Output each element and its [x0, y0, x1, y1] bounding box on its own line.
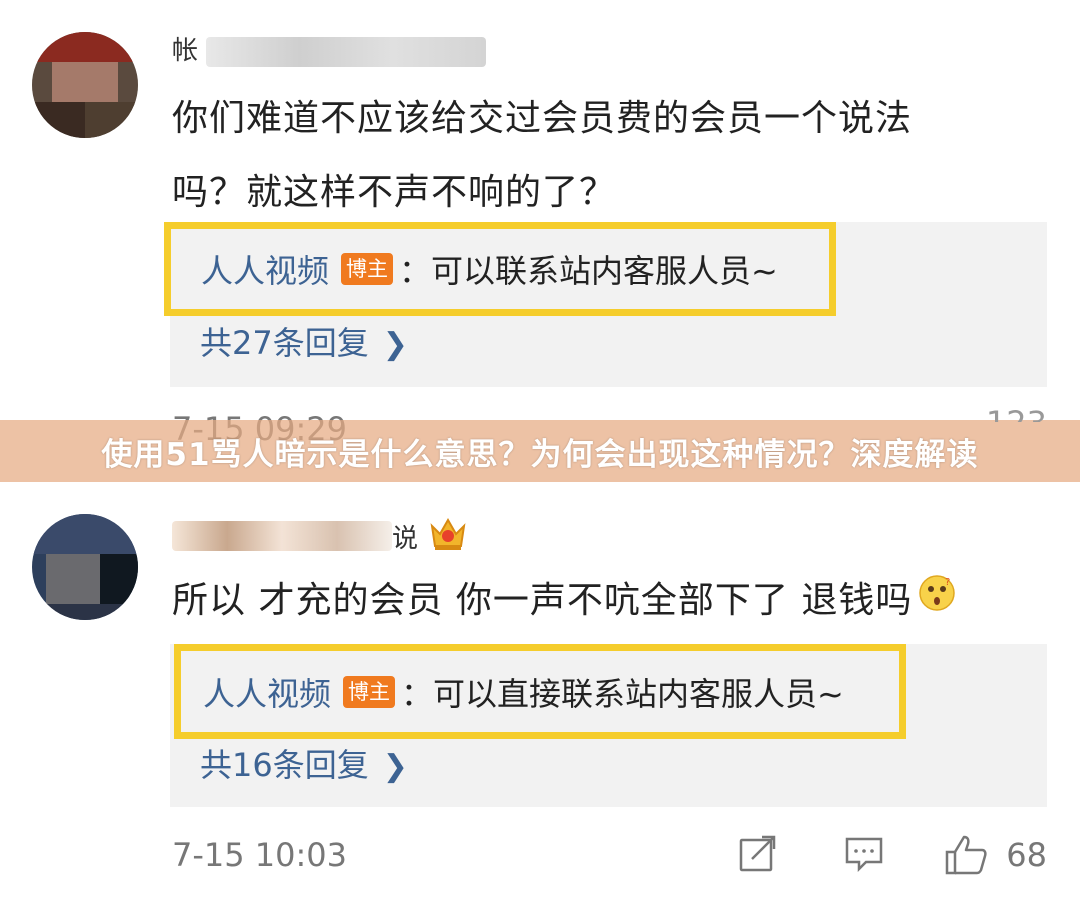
comment-icon[interactable]	[844, 834, 884, 882]
comment-text-line: 所以 才充的会员 你一声不吭全部下了 退钱吗	[172, 580, 913, 621]
timestamp: 7-15 10:03	[172, 836, 348, 874]
like-icon[interactable]	[944, 834, 988, 884]
comment-item-2: 说 所以 才充的会员 你一声不吭全部下了 退钱吗 ? 人人视频 博主 ：可以直接…	[0, 482, 1080, 903]
chevron-right-icon: ❯	[382, 749, 408, 784]
reply-author[interactable]: 人人视频	[203, 669, 331, 715]
reply-box[interactable]: 人人视频 博主 ：可以直接联系站内客服人员~ 共16条回复 ❯	[170, 644, 1047, 807]
username-blur	[206, 36, 487, 67]
thinking-emoji-icon: ?	[918, 564, 956, 638]
reply-box[interactable]: 人人视频 博主 ：可以联系站内客服人员~ 共27条回复 ❯	[164, 222, 1047, 387]
reply-highlight: 人人视频 博主 ：可以联系站内客服人员~	[164, 222, 836, 316]
comment-text-line: 你们难道不应该给交过会员费的会员一个说法	[172, 98, 913, 139]
view-replies-link[interactable]: 共16条回复 ❯	[200, 740, 408, 786]
reply-line[interactable]: 人人视频 博主 ：可以直接联系站内客服人员~	[203, 669, 844, 715]
comment-text: 你们难道不应该给交过会员费的会员一个说法 吗？就这样不声不响的了？	[172, 82, 1032, 230]
crown-icon	[428, 514, 468, 558]
reply-author[interactable]: 人人视频	[201, 246, 329, 292]
reply-text: ：可以联系站内客服人员~	[399, 252, 778, 290]
like-count: 68	[1006, 836, 1047, 874]
comment-text: 所以 才充的会员 你一声不吭全部下了 退钱吗 ?	[172, 564, 1032, 638]
username[interactable]: 帐	[172, 30, 487, 74]
avatar[interactable]	[32, 32, 138, 138]
banner-title: 使用51骂人暗示是什么意思？为何会出现这种情况？深度解读	[101, 436, 979, 473]
reply-text: ：可以直接联系站内客服人员~	[401, 674, 844, 713]
comment-footer: 7-15 10:03 68	[172, 826, 1047, 886]
reply-highlight: 人人视频 博主 ：可以直接联系站内客服人员~	[174, 644, 906, 739]
like-count: 123	[986, 408, 1047, 422]
comment-item-1: 帐 你们难道不应该给交过会员费的会员一个说法 吗？就这样不声不响的了？ 人人视频…	[0, 0, 1080, 448]
username-blur	[172, 521, 392, 551]
reply-count-text: 共27条回复	[200, 324, 369, 362]
username-text: 说	[392, 523, 419, 554]
username[interactable]: 说	[172, 514, 468, 558]
view-replies-link[interactable]: 共27条回复 ❯	[200, 318, 408, 364]
reply-line[interactable]: 人人视频 博主 ：可以联系站内客服人员~	[201, 246, 778, 292]
comment-text-line: 吗？就这样不声不响的了？	[172, 172, 617, 213]
reply-count-text: 共16条回复	[200, 746, 369, 784]
blogger-badge: 博主	[343, 675, 396, 708]
title-banner: 使用51骂人暗示是什么意思？为何会出现这种情况？深度解读	[0, 420, 1080, 482]
blogger-badge: 博主	[341, 253, 394, 285]
comment-1-footer-icons: 123	[172, 408, 1047, 422]
share-icon[interactable]	[738, 834, 778, 882]
svg-text:?: ?	[945, 577, 951, 588]
avatar[interactable]	[32, 514, 138, 620]
chevron-right-icon: ❯	[382, 327, 408, 362]
username-text: 帐	[172, 36, 199, 66]
